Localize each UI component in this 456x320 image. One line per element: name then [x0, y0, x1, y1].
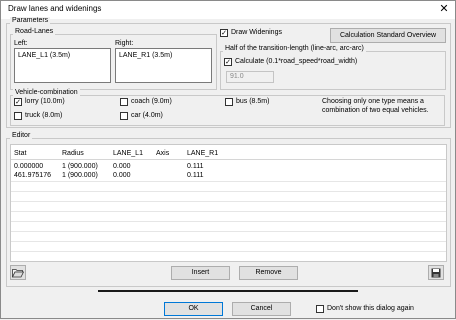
- cell-stat[interactable]: 0.000000: [14, 163, 43, 170]
- left-lanes-label: Left:: [14, 40, 28, 47]
- cell-lane-r1[interactable]: 0.111: [187, 172, 203, 179]
- truck-checkbox[interactable]: [14, 112, 22, 120]
- column-header-lane-l1[interactable]: LANE_L1: [113, 150, 143, 157]
- row-divider: [11, 221, 446, 222]
- insert-button[interactable]: Insert: [171, 266, 230, 280]
- window-title: Draw lanes and widenings: [8, 4, 102, 13]
- draw-widenings-label: Draw Widenings: [231, 29, 282, 36]
- editor-legend: Editor: [10, 132, 33, 139]
- cell-lane-r1[interactable]: 0.111: [187, 163, 203, 170]
- transition-legend: Half of the transition-length (line-arc,…: [223, 45, 366, 52]
- open-file-button[interactable]: [10, 265, 26, 280]
- row-divider: [11, 231, 446, 232]
- calculate-label: Calculate (0.1*road_speed*road_width): [235, 58, 358, 65]
- close-icon[interactable]: ✕: [436, 1, 452, 17]
- left-lanes-list[interactable]: LANE_L1 (3.5m): [14, 48, 111, 83]
- column-header-lane-r1[interactable]: LANE_R1: [187, 150, 218, 157]
- dont-show-again-checkbox[interactable]: [316, 305, 324, 313]
- lorry-label: lorry (10.0m): [25, 98, 65, 105]
- car-checkbox[interactable]: [120, 112, 128, 120]
- lorry-checkbox[interactable]: ✓: [14, 98, 22, 106]
- cell-radius[interactable]: 1 (900.000): [62, 163, 98, 170]
- parameters-legend: Parameters: [10, 17, 51, 24]
- truck-label: truck (8.0m): [25, 112, 63, 119]
- row-divider: [11, 251, 446, 252]
- column-header-axis[interactable]: Axis: [156, 150, 169, 157]
- footer-separator: [98, 290, 358, 292]
- car-label: car (4.0m): [131, 112, 163, 119]
- coach-checkbox[interactable]: [120, 98, 128, 106]
- calculate-checkbox[interactable]: ✓: [224, 58, 232, 66]
- row-divider: [11, 201, 446, 202]
- editor-table[interactable]: Stat Radius LANE_L1 Axis LANE_R1 0.00000…: [10, 144, 447, 262]
- row-divider: [11, 181, 446, 182]
- bus-label: bus (8.5m): [236, 98, 270, 105]
- vehicle-combination-legend: Vehicle-combination: [13, 89, 80, 96]
- dont-show-again-label: Don't show this dialog again: [327, 305, 414, 312]
- header-divider: [11, 159, 446, 160]
- cell-lane-l1[interactable]: 0.000: [113, 163, 131, 170]
- column-header-radius[interactable]: Radius: [62, 150, 84, 157]
- cell-radius[interactable]: 1 (900.000): [62, 172, 98, 179]
- list-item[interactable]: LANE_L1 (3.5m): [18, 52, 70, 59]
- cell-stat[interactable]: 461.975176: [14, 172, 51, 179]
- row-divider: [11, 241, 446, 242]
- bus-checkbox[interactable]: [225, 98, 233, 106]
- calculation-overview-button[interactable]: Calculation Standard Overview: [330, 28, 446, 43]
- folder-open-icon: [12, 269, 24, 278]
- ok-button[interactable]: OK: [164, 302, 223, 316]
- vehicle-note-line2: combination of two equal vehicles.: [322, 107, 429, 114]
- save-icon: [431, 268, 441, 278]
- transition-length-field[interactable]: 91.0: [226, 71, 274, 83]
- right-lanes-list[interactable]: LANE_R1 (3.5m): [115, 48, 212, 83]
- list-item[interactable]: LANE_R1 (3.5m): [119, 52, 172, 59]
- row-divider: [11, 211, 446, 212]
- coach-label: coach (9.0m): [131, 98, 172, 105]
- right-lanes-label: Right:: [115, 40, 134, 47]
- vehicle-note-line1: Choosing only one type means a: [322, 98, 424, 105]
- cancel-button[interactable]: Cancel: [232, 302, 291, 316]
- remove-button[interactable]: Remove: [239, 266, 298, 280]
- draw-widenings-checkbox[interactable]: ✓: [220, 29, 228, 37]
- column-header-stat[interactable]: Stat: [14, 150, 26, 157]
- road-lanes-legend: Road-Lanes: [13, 28, 56, 35]
- cell-lane-l1[interactable]: 0.000: [113, 172, 131, 179]
- row-divider: [11, 191, 446, 192]
- save-button[interactable]: [428, 265, 444, 280]
